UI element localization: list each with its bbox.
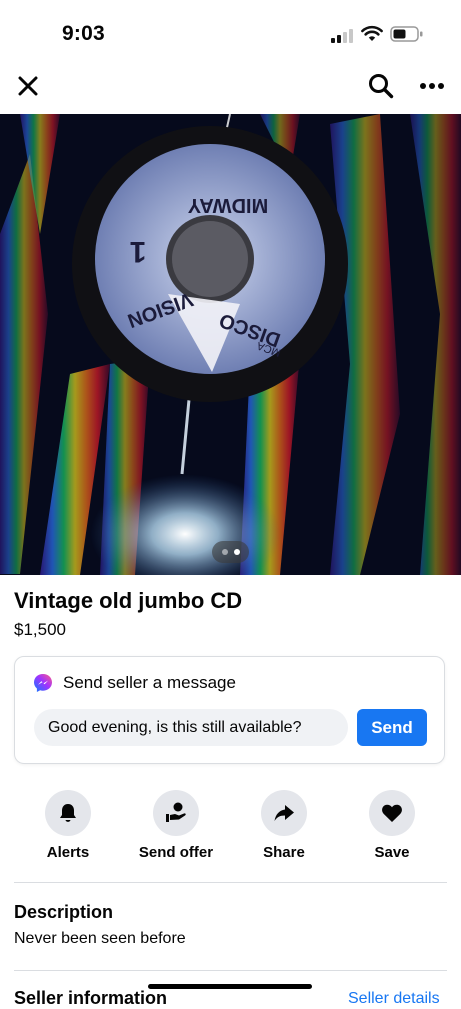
share-icon <box>274 805 294 821</box>
messenger-icon <box>34 674 52 692</box>
send-button[interactable]: Send <box>357 709 427 746</box>
save-button[interactable]: Save <box>347 790 437 861</box>
alerts-circle <box>45 790 91 836</box>
message-heading-label: Send seller a message <box>63 673 236 692</box>
seller-details-link[interactable]: Seller details <box>348 990 440 1008</box>
divider <box>14 882 447 883</box>
status-time: 9:03 <box>62 22 105 45</box>
pager-dot <box>221 549 228 555</box>
send-offer-label: Send offer <box>138 844 214 861</box>
close-button[interactable] <box>8 66 48 106</box>
disc-side-text: 1 <box>130 235 147 268</box>
listing-photo[interactable]: MIDWAY 1 DISCO VISION MCA <box>0 114 461 575</box>
photo-pager <box>212 541 249 563</box>
wifi-icon <box>361 25 383 41</box>
pager-dot-active <box>233 549 240 555</box>
seller-info-heading: Seller information <box>14 988 168 1008</box>
top-nav <box>0 66 461 114</box>
alerts-label: Alerts <box>46 844 90 861</box>
status-bar: 9:03 <box>0 0 461 66</box>
bell-icon <box>60 804 76 822</box>
message-input[interactable]: Good evening, is this still available? <box>34 709 348 746</box>
search-icon <box>369 74 394 99</box>
more-button[interactable] <box>412 66 452 106</box>
send-offer-button[interactable]: Send offer <box>131 790 221 861</box>
action-bar: Alerts Send offer Share Save <box>14 790 447 861</box>
send-offer-circle <box>153 790 199 836</box>
save-circle <box>369 790 415 836</box>
message-seller-card: Send seller a message Good evening, is t… <box>14 656 445 764</box>
share-circle <box>261 790 307 836</box>
offer-icon <box>166 802 186 822</box>
alerts-button[interactable]: Alerts <box>23 790 113 861</box>
description-heading: Description <box>14 902 114 922</box>
more-icon <box>420 83 444 89</box>
battery-icon <box>390 26 423 42</box>
message-heading: Send seller a message <box>33 673 236 693</box>
listing-price: $1,500 <box>14 620 66 639</box>
search-button[interactable] <box>361 66 401 106</box>
description-text: Never been seen before <box>14 930 186 947</box>
listing-title: Vintage old jumbo CD <box>14 588 243 613</box>
close-icon <box>18 76 38 96</box>
cellular-signal-icon <box>331 29 353 43</box>
share-button[interactable]: Share <box>239 790 329 861</box>
divider <box>14 970 447 971</box>
save-label: Save <box>374 844 410 861</box>
share-label: Share <box>263 844 305 861</box>
home-indicator <box>148 984 312 989</box>
heart-icon <box>382 804 402 822</box>
disc-brand-text: MIDWAY <box>187 194 268 216</box>
disc-photo-art: MIDWAY 1 DISCO VISION MCA <box>0 114 461 575</box>
